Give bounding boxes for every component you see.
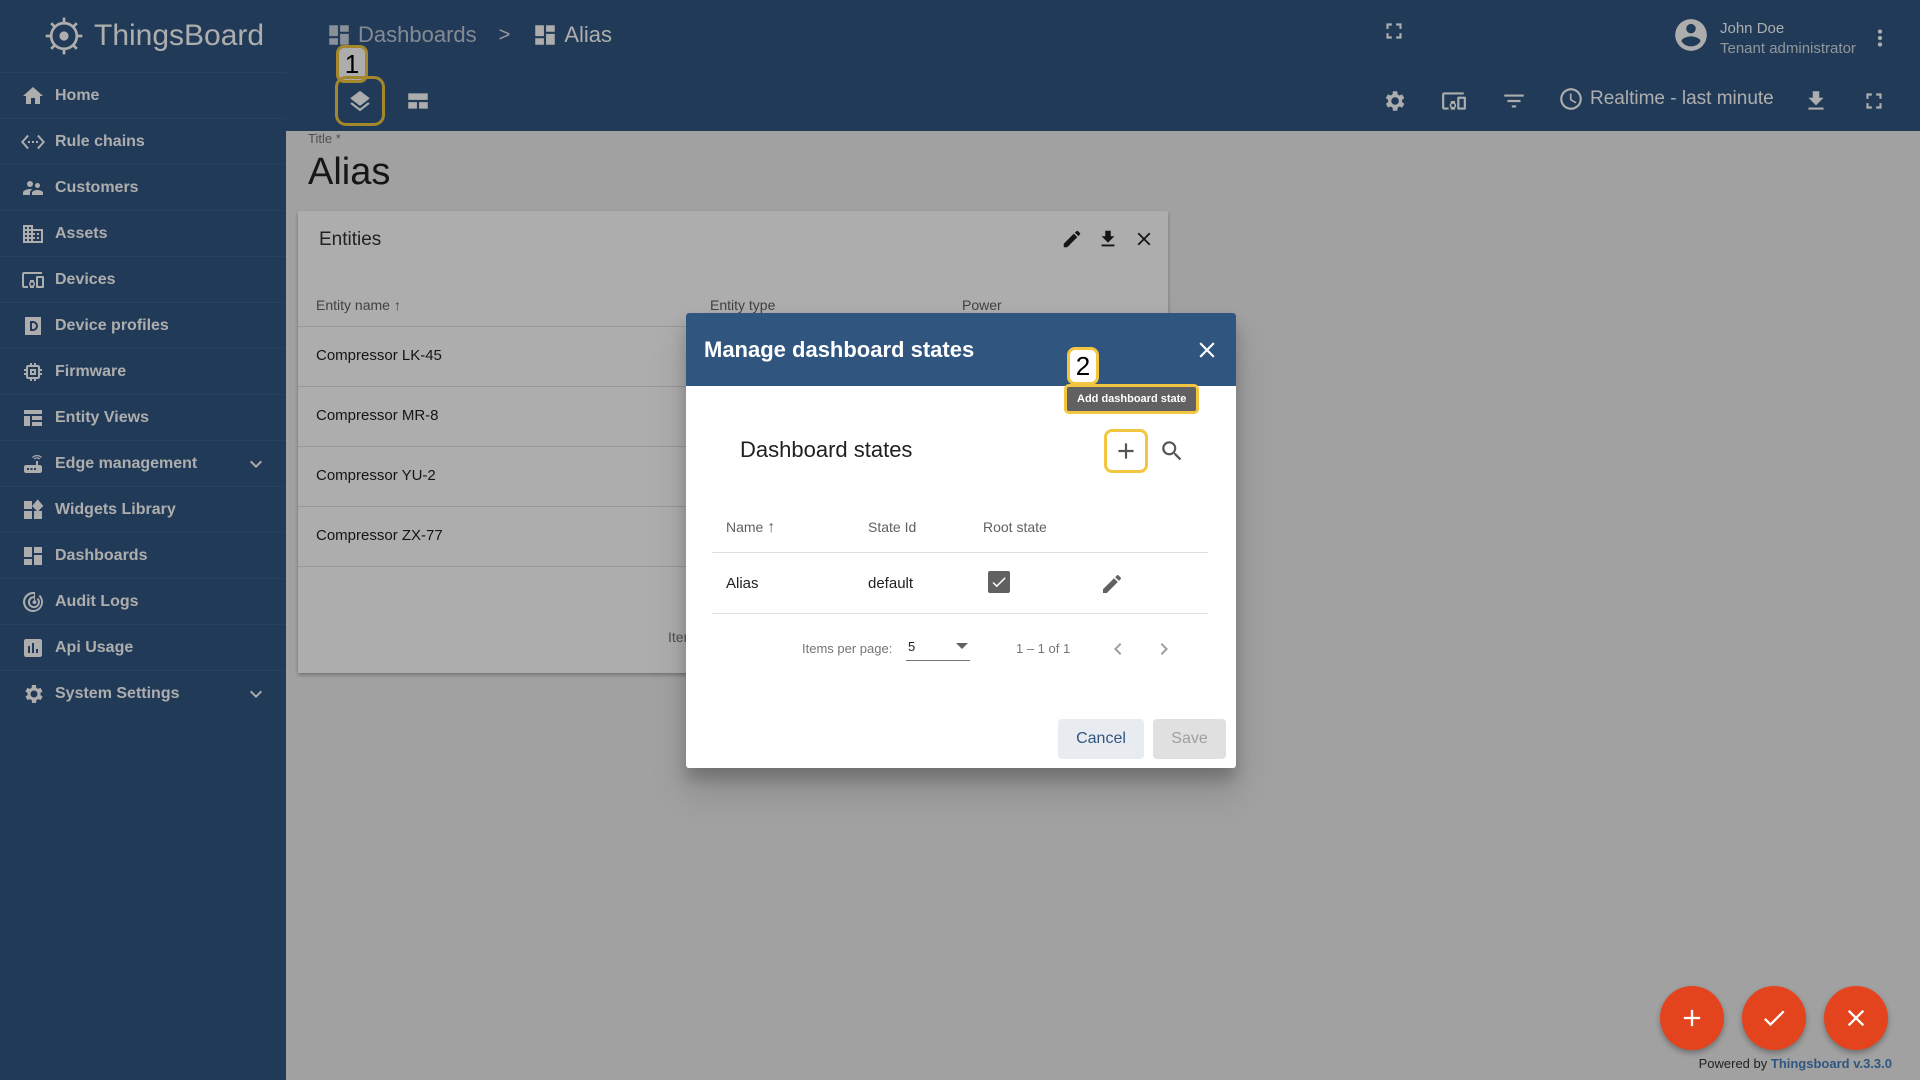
add-state-tooltip: Add dashboard state	[1064, 384, 1200, 414]
page-size-value: 5	[908, 639, 916, 654]
column-header-root-state[interactable]: Root state	[983, 519, 1047, 535]
save-button[interactable]: Save	[1153, 719, 1226, 759]
previous-page-button[interactable]	[1102, 633, 1134, 665]
powered-prefix: Powered by	[1698, 1056, 1768, 1071]
edit-state-button[interactable]	[1096, 568, 1128, 600]
column-header-state-id[interactable]: State Id	[868, 519, 916, 535]
plus-icon	[1683, 1009, 1701, 1027]
powered-link[interactable]: Thingsboard v.3.3.0	[1771, 1056, 1892, 1071]
dropdown-arrow-icon	[956, 643, 968, 649]
manage-states-dialog: Manage dashboard states 2 Add dashboard …	[686, 313, 1236, 768]
check-icon	[992, 577, 1006, 588]
chevron-right-icon	[1160, 643, 1168, 655]
state-id-cell: default	[868, 575, 914, 592]
edit-icon	[1103, 575, 1121, 593]
page-size-select[interactable]: 5	[906, 635, 970, 661]
column-label: Name	[726, 519, 764, 535]
close-icon	[1199, 342, 1215, 358]
items-per-page-label: Items per page:	[802, 641, 893, 656]
decline-changes-fab[interactable]	[1824, 986, 1888, 1050]
states-table-header: Name ↑ State Id Root state	[712, 503, 1208, 553]
add-state-button[interactable]	[1104, 429, 1148, 473]
states-section-title: Dashboard states	[740, 437, 913, 462]
cancel-button[interactable]: Cancel	[1058, 719, 1144, 759]
close-icon	[1847, 1009, 1865, 1027]
root-state-checkbox	[988, 571, 1010, 593]
search-states-button[interactable]	[1152, 431, 1192, 471]
dialog-title: Manage dashboard states	[704, 336, 975, 362]
dialog-close-button[interactable]	[1192, 335, 1222, 365]
plus-icon	[1118, 443, 1134, 459]
powered-by: Powered by Thingsboard v.3.3.0	[1699, 1056, 1892, 1071]
chevron-left-icon	[1114, 643, 1122, 655]
check-icon	[1763, 1010, 1785, 1027]
column-header-name[interactable]: Name ↑	[726, 519, 775, 537]
state-name-cell: Alias	[726, 575, 759, 592]
page-range-label: 1 – 1 of 1	[1016, 641, 1071, 656]
dialog-header: Manage dashboard states	[686, 313, 1236, 386]
search-icon	[1162, 441, 1182, 461]
apply-changes-fab[interactable]	[1742, 986, 1806, 1050]
table-row[interactable]: Alias default	[712, 554, 1208, 614]
step-marker-2: 2	[1067, 347, 1099, 385]
next-page-button[interactable]	[1148, 633, 1180, 665]
arrow-up-icon: ↑	[767, 519, 776, 536]
add-widget-fab[interactable]	[1660, 986, 1724, 1050]
